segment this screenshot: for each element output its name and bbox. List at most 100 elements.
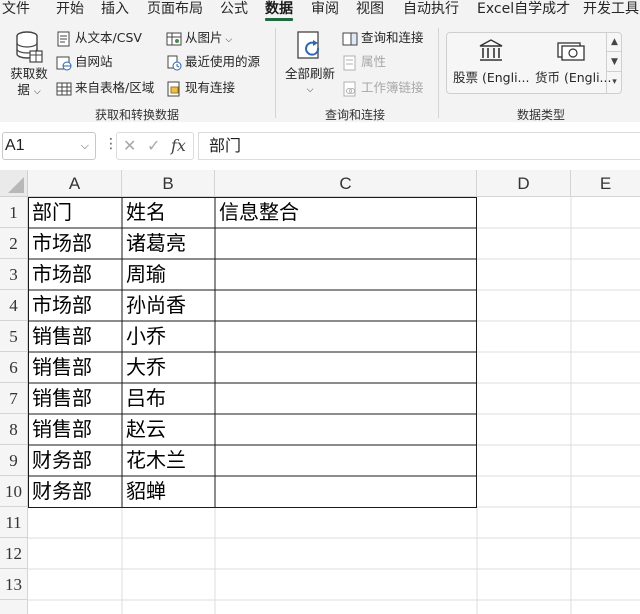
cell-a3[interactable]: 市场部 <box>28 259 92 289</box>
row-header-partial <box>0 600 28 614</box>
currencies-data-type-button[interactable]: 货币 (Engli... <box>535 37 611 86</box>
formula-bar: A1 ⌵ ⋮ ✕ ✓ fx 部门 <box>0 122 640 170</box>
cell-b6[interactable]: 大乔 <box>122 352 166 382</box>
cell-b8[interactable]: 赵云 <box>122 414 166 444</box>
chevron-down-icon[interactable]: ⌵ <box>81 133 89 159</box>
table-icon <box>56 81 72 97</box>
chevron-down-icon: ⌵ <box>33 87 41 97</box>
stocks-data-type-button[interactable]: 股票 (Engli... <box>453 37 529 86</box>
row-header-13[interactable]: 13 <box>0 569 28 600</box>
scroll-up-icon[interactable]: ▲ <box>607 32 622 52</box>
group-label-get-transform: 获取和转换数据 <box>95 108 180 122</box>
cell-a1[interactable]: 部门 <box>28 197 72 227</box>
cancel-icon[interactable]: ✕ <box>123 136 136 155</box>
row-header-8[interactable]: 8 <box>0 414 28 445</box>
workbook-links-icon <box>342 81 358 97</box>
row-header-3[interactable]: 3 <box>0 259 28 290</box>
chevron-down-icon: ⌵ <box>222 35 233 45</box>
cell-a10[interactable]: 财务部 <box>28 476 92 506</box>
properties-label: 属性 <box>361 54 387 69</box>
confirm-icon[interactable]: ✓ <box>147 136 160 155</box>
text-file-icon <box>56 31 72 47</box>
row-header-10[interactable]: 10 <box>0 476 28 507</box>
bank-icon <box>479 39 503 61</box>
row-header-7[interactable]: 7 <box>0 383 28 414</box>
name-box[interactable]: A1 ⌵ <box>2 132 96 160</box>
tab-page-layout[interactable]: 页面布局 <box>147 0 203 22</box>
cell-a6[interactable]: 销售部 <box>28 352 92 382</box>
existing-connections-button[interactable]: 现有连接 <box>166 78 235 98</box>
tab-data[interactable]: 数据 <box>265 0 293 22</box>
cell-b9[interactable]: 花木兰 <box>122 445 186 475</box>
row-header-6[interactable]: 6 <box>0 352 28 383</box>
cell-a7[interactable]: 销售部 <box>28 383 92 413</box>
database-icon <box>16 31 43 63</box>
web-page-icon <box>56 55 72 71</box>
cell-b2[interactable]: 诸葛亮 <box>122 228 186 258</box>
refresh-all-label: 全部刷新 <box>284 66 335 81</box>
cell-a2[interactable]: 市场部 <box>28 228 92 258</box>
row-header-12[interactable]: 12 <box>0 538 28 569</box>
column-header-d[interactable]: D <box>477 170 571 197</box>
queries-connections-label: 查询和连接 <box>361 30 424 45</box>
group-divider <box>438 28 439 118</box>
row-header-2[interactable]: 2 <box>0 228 28 259</box>
connection-file-icon <box>166 81 182 97</box>
column-header-b[interactable]: B <box>122 170 215 197</box>
tab-excel-self-study[interactable]: Excel自学成才 <box>477 0 570 22</box>
cell-c1[interactable]: 信息整合 <box>215 197 299 227</box>
recent-sources-button[interactable]: 最近使用的源 <box>166 52 260 72</box>
row-header-11[interactable]: 11 <box>0 507 28 538</box>
properties-button[interactable]: 属性 <box>342 52 386 72</box>
formula-input[interactable]: 部门 <box>198 132 640 160</box>
cell-b10[interactable]: 貂蝉 <box>122 476 166 506</box>
clock-icon <box>166 55 182 71</box>
cell-b4[interactable]: 孙尚香 <box>122 290 186 320</box>
from-picture-label: 从图片 <box>185 30 223 45</box>
tab-formulas[interactable]: 公式 <box>220 0 248 22</box>
tab-review[interactable]: 审阅 <box>311 0 339 22</box>
column-header-a[interactable]: A <box>28 170 122 197</box>
cell-b1[interactable]: 姓名 <box>122 197 166 227</box>
cell-b3[interactable]: 周瑜 <box>122 259 166 289</box>
tab-automate[interactable]: 自动执行 <box>403 0 459 22</box>
tab-file[interactable]: 文件 <box>2 0 30 22</box>
from-text-csv-label: 从文本/CSV <box>75 30 142 45</box>
queries-connections-button[interactable]: 查询和连接 <box>342 28 424 48</box>
data-types-scroll: ▲ ▼ ▾ <box>606 32 622 94</box>
more-options-icon[interactable]: ▾ <box>607 72 622 92</box>
tab-view[interactable]: 视图 <box>356 0 384 22</box>
from-picture-button[interactable]: 从图片 ⌵ <box>166 28 232 48</box>
spreadsheet-grid: A B C D E 1 2 3 4 5 6 7 8 9 10 11 12 13 <box>0 170 640 614</box>
cell-b5[interactable]: 小乔 <box>122 321 166 351</box>
row-header-5[interactable]: 5 <box>0 321 28 352</box>
tab-home[interactable]: 开始 <box>56 0 84 22</box>
from-table-range-button[interactable]: 来自表格/区域 <box>56 78 154 98</box>
tab-developer[interactable]: 开发工具 <box>583 0 639 22</box>
scroll-down-icon[interactable]: ▼ <box>607 52 622 72</box>
row-header-9[interactable]: 9 <box>0 445 28 476</box>
from-web-button[interactable]: 自网站 <box>56 52 113 72</box>
data-types-gallery: 股票 (Engli... 货币 (Engli... ▲ ▼ ▾ <box>446 32 622 94</box>
edit-links-button[interactable]: 工作簿链接 <box>342 78 424 98</box>
refresh-all-button[interactable]: 全部刷新 ⌵ <box>284 30 336 98</box>
tab-insert[interactable]: 插入 <box>101 0 129 22</box>
cell-a4[interactable]: 市场部 <box>28 290 92 320</box>
cell-a5[interactable]: 销售部 <box>28 321 92 351</box>
from-text-csv-button[interactable]: 从文本/CSV <box>56 28 142 48</box>
get-data-button[interactable]: 获取数 据 ⌵ <box>8 30 50 100</box>
cell-b7[interactable]: 吕布 <box>122 383 166 413</box>
column-header-c[interactable]: C <box>215 170 477 197</box>
insert-function-icon[interactable]: fx <box>171 136 186 155</box>
currencies-label: 货币 (Engli... <box>535 70 612 85</box>
gridlines <box>28 197 640 614</box>
row-header-1[interactable]: 1 <box>0 197 28 228</box>
name-box-value: A1 <box>5 137 25 154</box>
select-all-button[interactable] <box>0 170 28 197</box>
row-header-4[interactable]: 4 <box>0 290 28 321</box>
cell-a8[interactable]: 销售部 <box>28 414 92 444</box>
cell-a9[interactable]: 财务部 <box>28 445 92 475</box>
stocks-label: 股票 (Engli... <box>453 70 530 85</box>
column-header-e[interactable]: E <box>571 170 640 197</box>
group-label-data-types: 数据类型 <box>517 108 566 122</box>
